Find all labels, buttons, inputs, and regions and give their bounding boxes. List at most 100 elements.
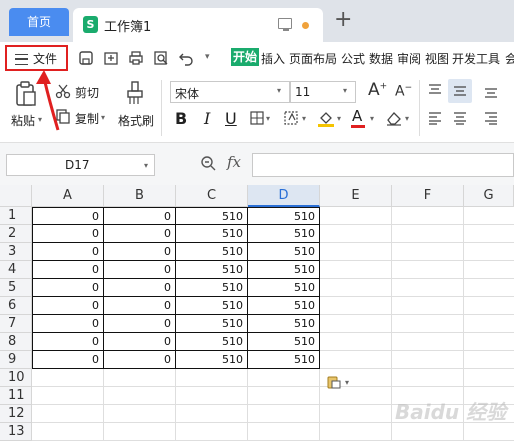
table-cell[interactable]: 0 — [104, 261, 176, 279]
row-header[interactable]: 8 — [0, 333, 32, 351]
fill-pattern-dropdown-icon[interactable]: ▾ — [302, 114, 306, 123]
table-cell[interactable]: 0 — [104, 333, 176, 351]
table-cell[interactable]: 0 — [32, 315, 104, 333]
table-cell[interactable]: 510 — [176, 261, 248, 279]
tab-review[interactable]: 审阅 — [397, 50, 421, 67]
eraser-icon[interactable] — [385, 110, 403, 126]
quick-access-dropdown-icon[interactable]: ▾ — [205, 52, 210, 62]
table-cell[interactable]: 510 — [248, 279, 320, 297]
table-cell[interactable]: 0 — [104, 297, 176, 315]
undo-icon[interactable] — [178, 50, 194, 66]
monitor-icon[interactable] — [278, 18, 292, 29]
paste-label[interactable]: 粘贴 — [11, 112, 35, 129]
table-cell[interactable]: 510 — [248, 207, 320, 225]
format-painter-icon[interactable] — [125, 80, 145, 106]
paste-options-dropdown-icon[interactable]: ▾ — [345, 378, 349, 387]
print-preview-icon[interactable] — [153, 50, 169, 66]
fill-color-icon[interactable] — [317, 109, 335, 127]
select-all-corner[interactable] — [0, 185, 32, 207]
save-icon[interactable] — [78, 50, 94, 66]
table-cell[interactable]: 0 — [104, 279, 176, 297]
table-cell[interactable]: 510 — [248, 225, 320, 243]
row-header[interactable]: 6 — [0, 297, 32, 315]
table-cell[interactable]: 510 — [176, 315, 248, 333]
table-cell[interactable]: 0 — [32, 243, 104, 261]
paste-icon[interactable] — [15, 81, 37, 107]
home-tab[interactable]: 首页 — [9, 8, 69, 36]
tab-start[interactable]: 开始 — [231, 48, 260, 66]
table-cell[interactable]: 510 — [176, 279, 248, 297]
decrease-font-icon[interactable]: A− — [395, 83, 412, 100]
column-header-c[interactable]: C — [176, 185, 248, 207]
new-tab-button[interactable]: + — [334, 8, 352, 32]
table-cell[interactable]: 510 — [248, 297, 320, 315]
fill-color-dropdown-icon[interactable]: ▾ — [337, 114, 341, 123]
row-header[interactable]: 3 — [0, 243, 32, 261]
row-header[interactable]: 10 — [0, 369, 32, 387]
row-header[interactable]: 12 — [0, 405, 32, 423]
format-painter-label[interactable]: 格式刷 — [118, 112, 154, 129]
table-cell[interactable]: 0 — [104, 351, 176, 369]
align-right-icon[interactable] — [484, 111, 498, 125]
file-menu-button[interactable]: 文件 — [5, 45, 68, 71]
font-name-select[interactable]: 宋体 ▾ — [170, 81, 290, 103]
zoom-icon[interactable] — [200, 155, 216, 171]
table-cell[interactable]: 510 — [176, 207, 248, 225]
tab-view[interactable]: 视图 — [425, 50, 449, 67]
tab-insert[interactable]: 插入 — [261, 50, 285, 67]
italic-button[interactable]: I — [204, 109, 210, 128]
column-header-e[interactable]: E — [320, 185, 392, 207]
table-cell[interactable]: 0 — [104, 207, 176, 225]
align-center-icon[interactable] — [453, 111, 467, 125]
name-box[interactable]: D17 ▾ — [6, 154, 155, 176]
table-cell[interactable]: 0 — [104, 225, 176, 243]
table-cell[interactable]: 510 — [176, 243, 248, 261]
copy-label[interactable]: 复制 — [75, 110, 99, 127]
table-cell[interactable]: 0 — [32, 333, 104, 351]
copy-dropdown-icon[interactable]: ▾ — [101, 113, 105, 122]
table-cell[interactable]: 510 — [248, 243, 320, 261]
font-size-select[interactable]: 11 ▾ — [290, 81, 356, 103]
row-header[interactable]: 5 — [0, 279, 32, 297]
column-header-g[interactable]: G — [464, 185, 514, 207]
align-top-icon[interactable] — [428, 84, 442, 98]
tab-data[interactable]: 数据 — [369, 50, 393, 67]
row-header[interactable]: 4 — [0, 261, 32, 279]
function-icon[interactable]: fx — [227, 153, 241, 171]
table-cell[interactable]: 0 — [32, 279, 104, 297]
scissors-icon[interactable] — [55, 83, 71, 99]
row-header[interactable]: 7 — [0, 315, 32, 333]
borders-dropdown-icon[interactable]: ▾ — [266, 114, 270, 123]
borders-icon[interactable] — [250, 111, 264, 125]
tab-developer[interactable]: 开发工具 — [452, 50, 500, 67]
paste-options-icon[interactable] — [327, 375, 341, 389]
table-cell[interactable]: 510 — [176, 351, 248, 369]
eraser-dropdown-icon[interactable]: ▾ — [405, 114, 409, 123]
fill-pattern-icon[interactable] — [283, 110, 301, 126]
tab-member[interactable]: 会 — [505, 50, 514, 67]
cut-label[interactable]: 剪切 — [75, 84, 99, 101]
align-left-icon[interactable] — [428, 111, 442, 125]
row-header[interactable]: 13 — [0, 423, 32, 441]
table-cell[interactable]: 0 — [104, 315, 176, 333]
column-header-d[interactable]: D — [248, 185, 320, 207]
formula-input[interactable] — [252, 153, 514, 177]
table-cell[interactable]: 0 — [32, 297, 104, 315]
font-color-dropdown-icon[interactable]: ▾ — [370, 114, 374, 123]
row-header[interactable]: 1 — [0, 207, 32, 225]
table-cell[interactable]: 510 — [176, 297, 248, 315]
row-header[interactable]: 9 — [0, 351, 32, 369]
table-cell[interactable]: 0 — [32, 261, 104, 279]
table-cell[interactable]: 510 — [248, 261, 320, 279]
print-icon[interactable] — [128, 50, 144, 66]
table-cell[interactable]: 0 — [32, 225, 104, 243]
increase-font-icon[interactable]: A+ — [368, 80, 387, 100]
column-header-b[interactable]: B — [104, 185, 176, 207]
table-cell[interactable]: 0 — [32, 207, 104, 225]
bold-button[interactable]: B — [175, 109, 187, 128]
table-cell[interactable]: 0 — [32, 351, 104, 369]
row-header[interactable]: 11 — [0, 387, 32, 405]
tab-page-layout[interactable]: 页面布局 — [289, 50, 337, 67]
export-icon[interactable] — [103, 50, 119, 66]
table-cell[interactable]: 510 — [176, 225, 248, 243]
